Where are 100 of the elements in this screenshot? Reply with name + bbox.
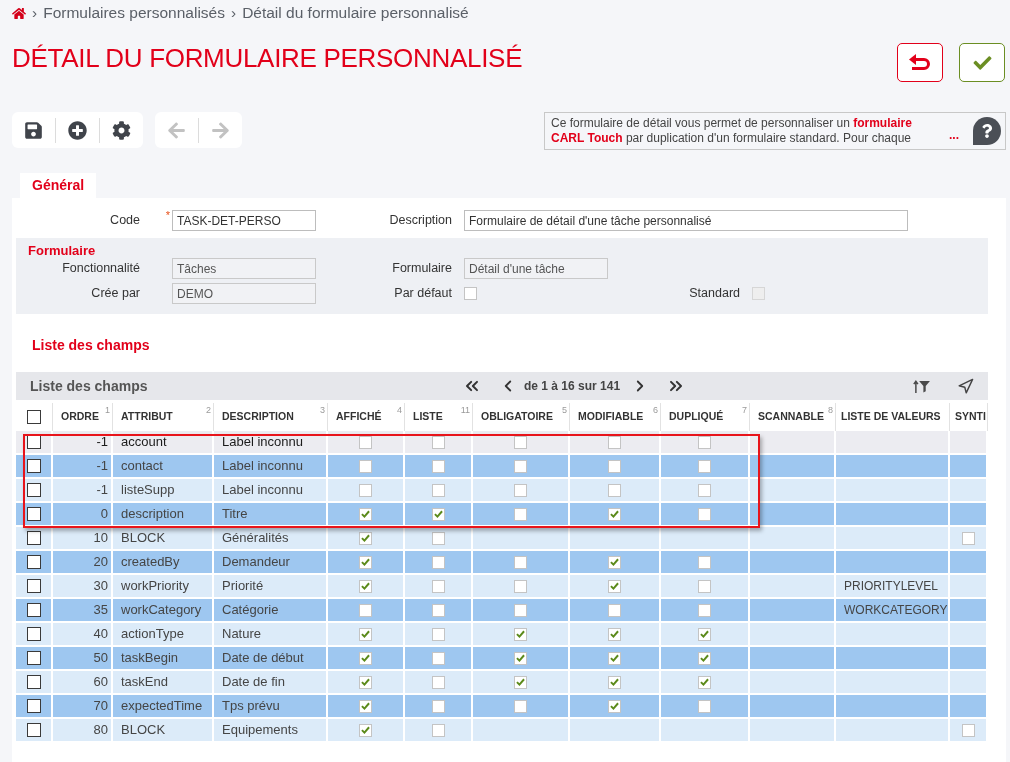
tick-icon xyxy=(361,510,370,518)
table-title: Liste des champs xyxy=(29,376,149,396)
confirm-button[interactable] xyxy=(959,43,1005,82)
checkbox[interactable] xyxy=(26,627,41,641)
tick-icon xyxy=(700,678,709,686)
checkbox[interactable] xyxy=(26,579,41,593)
column-header[interactable]: MODIFIABLE xyxy=(578,409,644,425)
field-label: Standard xyxy=(689,285,740,303)
table-row[interactable]: 70 expectedTime Tps prévu xyxy=(16,695,988,719)
home-icon[interactable] xyxy=(12,6,26,20)
table-cell-text: Nature xyxy=(222,625,262,644)
breadcrumb-link[interactable]: Détail du formulaire personnalisé xyxy=(242,1,469,25)
table-row[interactable]: 20 createdBy Demandeur xyxy=(16,551,988,575)
checkbox[interactable] xyxy=(26,483,41,497)
table-row[interactable]: -1 contact Label inconnu xyxy=(16,455,988,479)
column-header[interactable]: LISTE xyxy=(413,409,443,425)
page-range: de 1 à 16 sur 141 xyxy=(524,378,621,395)
column-header[interactable]: ATTRIBUT xyxy=(121,409,173,425)
tick-icon xyxy=(516,654,525,662)
table-cell-text: listeSupp xyxy=(121,481,175,500)
settings-icon[interactable] xyxy=(112,120,131,140)
table-row[interactable]: 80 BLOCK Equipements xyxy=(16,719,988,743)
checkbox[interactable] xyxy=(26,603,41,617)
help-text: Ce formulaire de détail vous permet de personnaliser un formulaire CARL Touch par duplication d'un formulaire standard. Pour chaque xyxy=(551,116,913,146)
sort-index: 7 xyxy=(742,405,747,415)
navigation-arrow-icon[interactable] xyxy=(957,377,974,395)
table-row[interactable]: -1 listeSupp Label inconnu xyxy=(16,479,988,503)
table-row[interactable]: 30 workPriority Priorité PRIORITYLEVEL xyxy=(16,575,988,599)
table-cell-text: 70 xyxy=(93,697,108,716)
table-cell-text: Label inconnu xyxy=(222,457,303,476)
checkbox[interactable] xyxy=(27,410,41,424)
sort-index: 4 xyxy=(397,405,402,415)
table-row[interactable]: 35 workCategory Catégorie WORKCATEGORY xyxy=(16,599,988,623)
table-cell-text: createdBy xyxy=(121,553,180,572)
checkbox[interactable] xyxy=(26,651,41,665)
table-cell-text: PRIORITYLEVEL xyxy=(844,578,939,595)
checkbox[interactable] xyxy=(26,699,41,713)
table-cell-text: 30 xyxy=(93,577,108,596)
tick-icon xyxy=(433,510,443,518)
checkbox[interactable] xyxy=(26,459,41,473)
table-cell-text: 0 xyxy=(100,505,108,524)
table-cell-text: Label inconnu xyxy=(222,433,303,452)
tick-icon xyxy=(361,654,370,662)
column-header[interactable]: AFFICHÉ xyxy=(336,409,382,425)
more-link[interactable]: ... xyxy=(949,126,959,144)
table-cell-text: Equipements xyxy=(222,721,298,740)
table-cell-text: -1 xyxy=(96,433,108,452)
breadcrumb-link[interactable]: Formulaires personnalisés xyxy=(43,1,225,25)
table-cell-text: 40 xyxy=(93,625,108,644)
checkbox[interactable] xyxy=(26,675,41,689)
table-cell-text: actionType xyxy=(121,625,184,644)
breadcrumb-separator: › xyxy=(32,3,38,24)
checkbox[interactable] xyxy=(26,531,41,545)
add-icon[interactable] xyxy=(68,120,87,140)
column-header[interactable]: ORDRE xyxy=(61,409,99,425)
tick-icon xyxy=(700,630,709,638)
help-icon[interactable] xyxy=(973,117,1001,145)
tick-icon xyxy=(610,558,619,566)
table-cell-text: BLOCK xyxy=(121,721,166,740)
undo-icon xyxy=(909,54,931,71)
column-header[interactable]: SCANNABLE xyxy=(758,409,824,425)
filter-icon[interactable] xyxy=(913,378,930,394)
save-icon[interactable] xyxy=(24,120,43,140)
table-row[interactable]: 60 taskEnd Date de fin xyxy=(16,671,988,695)
column-header[interactable]: DESCRIPTION xyxy=(222,409,294,425)
column-header[interactable]: DUPLIQUÉ xyxy=(669,409,724,425)
table-cell-text: 80 xyxy=(93,721,108,740)
tick-icon xyxy=(700,654,709,662)
table-row[interactable]: 50 taskBegin Date de début xyxy=(16,647,988,671)
checkbox[interactable] xyxy=(26,507,41,521)
table-cell-text: 60 xyxy=(93,673,108,692)
tick-icon xyxy=(361,582,370,590)
field-label: Formulaire xyxy=(392,260,452,278)
tick-icon xyxy=(361,534,370,542)
table-cell-text: 10 xyxy=(93,529,108,548)
column-header[interactable]: OBLIGATOIRE xyxy=(481,409,553,425)
sort-index: 6 xyxy=(653,405,658,415)
input-field[interactable]: TASK-DET-PERSO xyxy=(172,210,316,231)
table-row[interactable]: 10 BLOCK Généralités xyxy=(16,527,988,551)
tick-icon xyxy=(361,678,370,686)
required-mark: * xyxy=(165,210,170,223)
table-row[interactable]: 0 description Titre xyxy=(16,503,988,527)
table-cell-text: 20 xyxy=(93,553,108,572)
tab[interactable]: Général xyxy=(20,173,97,198)
tick-icon xyxy=(610,654,619,662)
column-header[interactable]: SYNTI xyxy=(955,409,986,425)
table-row[interactable]: -1 account Label inconnu xyxy=(16,431,988,455)
tick-icon xyxy=(361,702,370,710)
input-field[interactable]: Formulaire de détail d'une tâche personnalisé xyxy=(464,210,908,231)
table-cell-text: Tps prévu xyxy=(222,697,280,716)
checkbox[interactable] xyxy=(26,555,41,569)
table-row[interactable]: 40 actionType Nature xyxy=(16,623,988,647)
tick-icon xyxy=(361,726,370,734)
tick-icon xyxy=(361,630,370,638)
field-label: Description xyxy=(389,212,452,230)
tick-icon xyxy=(610,630,619,638)
tick-icon xyxy=(610,702,619,710)
checkbox[interactable] xyxy=(26,723,41,737)
column-header[interactable]: LISTE DE VALEURS xyxy=(841,409,941,425)
undo-button[interactable] xyxy=(897,43,943,82)
